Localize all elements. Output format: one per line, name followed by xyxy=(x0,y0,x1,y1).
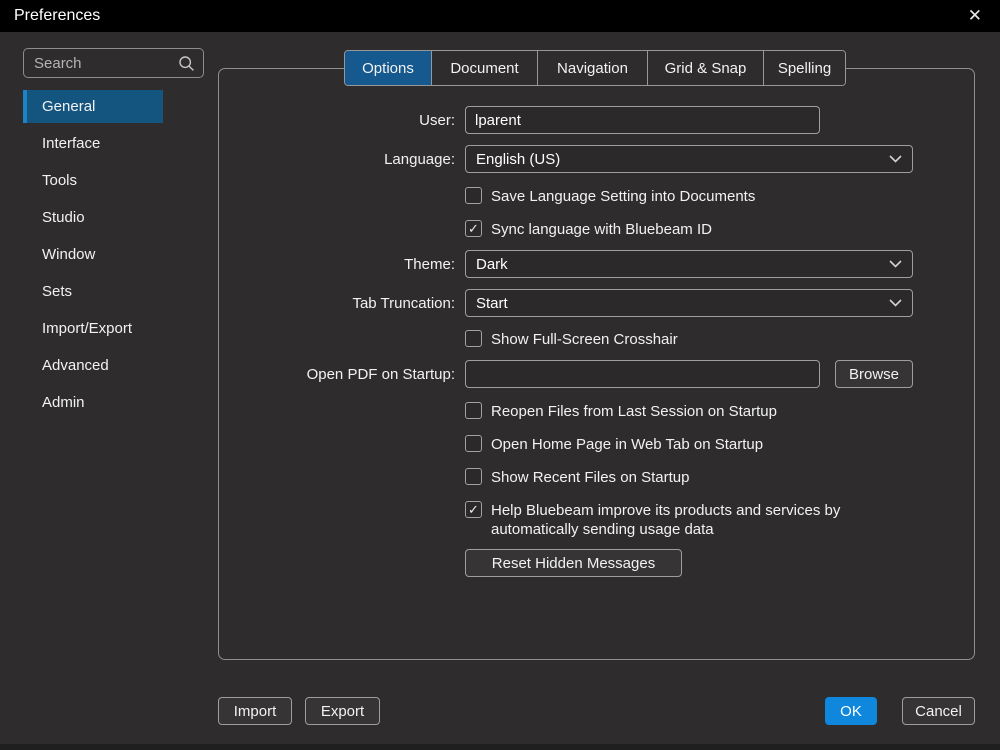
export-button[interactable]: Export xyxy=(305,697,380,725)
recent-files-checkbox[interactable] xyxy=(465,468,482,485)
reopen-files-row: Reopen Files from Last Session on Startu… xyxy=(465,402,777,421)
sidebar-item-import-export[interactable]: Import/Export xyxy=(23,312,163,345)
open-pdf-field[interactable] xyxy=(465,360,820,388)
tab-spelling[interactable]: Spelling xyxy=(763,51,845,85)
search-icon xyxy=(178,55,195,72)
tab-document[interactable]: Document xyxy=(431,51,537,85)
tab-truncation-row: Tab Truncation: Start xyxy=(215,289,913,317)
user-field[interactable] xyxy=(465,106,820,134)
language-label: Language: xyxy=(215,151,455,168)
tab-truncation-label: Tab Truncation: xyxy=(215,295,455,312)
theme-label: Theme: xyxy=(215,256,455,273)
language-row: Language: English (US) xyxy=(215,145,913,173)
usage-data-checkbox[interactable]: ✓ xyxy=(465,501,482,518)
tab-truncation-value: Start xyxy=(476,295,889,312)
sync-language-checkbox[interactable]: ✓ xyxy=(465,220,482,237)
language-select[interactable]: English (US) xyxy=(465,145,913,173)
open-home-row: Open Home Page in Web Tab on Startup xyxy=(465,435,763,454)
import-button[interactable]: Import xyxy=(218,697,292,725)
close-icon[interactable]: ✕ xyxy=(964,6,986,26)
sidebar-item-general[interactable]: General xyxy=(23,90,163,123)
crosshair-label: Show Full-Screen Crosshair xyxy=(491,330,678,349)
recent-files-row: Show Recent Files on Startup xyxy=(465,468,689,487)
sync-language-label: Sync language with Bluebeam ID xyxy=(491,220,712,239)
sidebar-item-tools[interactable]: Tools xyxy=(23,164,163,197)
search-input[interactable] xyxy=(34,55,178,72)
search-box xyxy=(23,48,204,78)
chevron-down-icon xyxy=(889,155,902,163)
save-language-label: Save Language Setting into Documents xyxy=(491,187,755,206)
sidebar-item-interface[interactable]: Interface xyxy=(23,127,163,160)
crosshair-checkbox[interactable] xyxy=(465,330,482,347)
tab-truncation-select[interactable]: Start xyxy=(465,289,913,317)
open-home-checkbox[interactable] xyxy=(465,435,482,452)
sidebar-item-sets[interactable]: Sets xyxy=(23,275,163,308)
tab-navigation[interactable]: Navigation xyxy=(537,51,647,85)
chevron-down-icon xyxy=(889,299,902,307)
ok-button[interactable]: OK xyxy=(825,697,877,725)
tab-grid-snap[interactable]: Grid & Snap xyxy=(647,51,763,85)
open-home-label: Open Home Page in Web Tab on Startup xyxy=(491,435,763,454)
sidebar: General Interface Tools Studio Window Se… xyxy=(23,90,163,423)
sidebar-item-studio[interactable]: Studio xyxy=(23,201,163,234)
usage-data-label: Help Bluebeam improve its products and s… xyxy=(491,501,863,539)
preferences-dialog: Preferences ✕ General Interface Tools St… xyxy=(0,0,1000,750)
cancel-button[interactable]: Cancel xyxy=(902,697,975,725)
browse-button[interactable]: Browse xyxy=(835,360,913,388)
sidebar-item-admin[interactable]: Admin xyxy=(23,386,163,419)
window-title: Preferences xyxy=(14,7,964,25)
window-bottom-edge xyxy=(0,744,1000,750)
tab-options[interactable]: Options xyxy=(345,51,431,85)
language-value: English (US) xyxy=(476,151,889,168)
open-pdf-row: Open PDF on Startup: Browse xyxy=(215,360,913,388)
reset-hidden-messages-button[interactable]: Reset Hidden Messages xyxy=(465,549,682,577)
save-language-checkbox[interactable] xyxy=(465,187,482,204)
sidebar-item-advanced[interactable]: Advanced xyxy=(23,349,163,382)
save-language-row: Save Language Setting into Documents xyxy=(465,187,755,206)
usage-data-row: ✓ Help Bluebeam improve its products and… xyxy=(465,501,863,539)
user-label: User: xyxy=(215,112,455,129)
theme-value: Dark xyxy=(476,256,889,273)
theme-row: Theme: Dark xyxy=(215,250,913,278)
reopen-files-checkbox[interactable] xyxy=(465,402,482,419)
reopen-files-label: Reopen Files from Last Session on Startu… xyxy=(491,402,777,421)
user-row: User: xyxy=(215,106,820,134)
tab-strip: Options Document Navigation Grid & Snap … xyxy=(344,50,846,86)
titlebar: Preferences ✕ xyxy=(0,0,1000,32)
crosshair-row: Show Full-Screen Crosshair xyxy=(465,330,678,349)
open-pdf-label: Open PDF on Startup: xyxy=(215,366,455,383)
theme-select[interactable]: Dark xyxy=(465,250,913,278)
sync-language-row: ✓ Sync language with Bluebeam ID xyxy=(465,220,712,239)
recent-files-label: Show Recent Files on Startup xyxy=(491,468,689,487)
sidebar-item-window[interactable]: Window xyxy=(23,238,163,271)
chevron-down-icon xyxy=(889,260,902,268)
